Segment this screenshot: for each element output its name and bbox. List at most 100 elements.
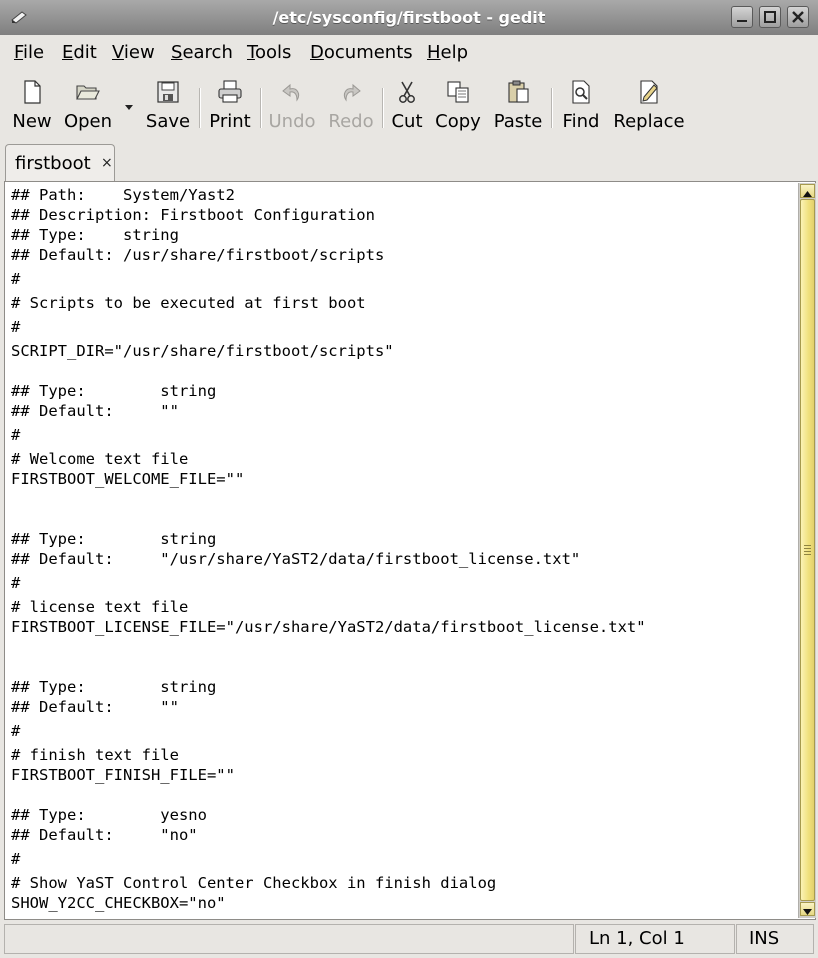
- editor-line[interactable]: # finish text file: [11, 745, 179, 765]
- undo-button[interactable]: Undo: [266, 78, 318, 136]
- document-tabs: firstboot ×: [0, 138, 818, 182]
- editor-line[interactable]: FIRSTBOOT_LICENSE_FILE="/usr/share/YaST2…: [11, 617, 646, 637]
- minimize-button[interactable]: [731, 6, 753, 28]
- vertical-scrollbar[interactable]: [798, 183, 816, 918]
- printer-icon: [218, 80, 242, 103]
- replace-icon: [640, 80, 658, 104]
- redo-label: Redo: [328, 111, 374, 132]
- redo-button[interactable]: Redo: [325, 78, 377, 136]
- paste-button[interactable]: Paste: [490, 78, 546, 136]
- editor-line[interactable]: #: [11, 269, 20, 289]
- editor-line[interactable]: SHOW_Y2CC_CHECKBOX="no": [11, 893, 226, 913]
- scrollbar-thumb[interactable]: [800, 199, 815, 901]
- menu-documents-mnemonic: D: [310, 42, 324, 63]
- editor-line[interactable]: ## Default: /usr/share/firstboot/scripts: [11, 245, 384, 265]
- menu-file[interactable]: File: [12, 42, 46, 64]
- thumb-grip: [804, 545, 811, 546]
- title-bar[interactable]: /etc/sysconfig/firstboot - gedit: [0, 0, 818, 36]
- status-message: [4, 924, 574, 954]
- find-label: Find: [562, 111, 600, 132]
- editor-line[interactable]: # Welcome text file: [11, 449, 188, 469]
- editor-line[interactable]: ## Default: "no": [11, 825, 198, 845]
- editor-line[interactable]: #: [11, 721, 20, 741]
- menu-view-label: iew: [123, 42, 155, 63]
- editor-line[interactable]: ## Type: string: [11, 677, 216, 697]
- toolbar-separator: [382, 88, 384, 128]
- close-window-button[interactable]: [787, 6, 809, 28]
- menu-edit-label: dit: [73, 42, 97, 63]
- menu-search-mnemonic: S: [171, 42, 183, 63]
- menu-help-mnemonic: H: [427, 42, 441, 63]
- text-editor[interactable]: ## Path: System/Yast2 ## Description: Fir…: [11, 185, 795, 915]
- tab-firstboot[interactable]: firstboot ×: [5, 144, 115, 182]
- new-button[interactable]: New: [8, 78, 56, 136]
- redo-icon: [343, 83, 361, 102]
- menu-view[interactable]: View: [110, 42, 157, 64]
- scroll-up-button[interactable]: [800, 184, 815, 198]
- editor-line[interactable]: FIRSTBOOT_FINISH_FILE="": [11, 765, 235, 785]
- editor-line[interactable]: # license text file: [11, 597, 188, 617]
- menu-help[interactable]: Help: [425, 42, 470, 64]
- maximize-button[interactable]: [759, 6, 781, 28]
- editor-line[interactable]: #: [11, 849, 20, 869]
- tab-close-icon[interactable]: ×: [101, 156, 113, 170]
- cut-button[interactable]: Cut: [388, 78, 426, 136]
- paste-label: Paste: [493, 111, 543, 132]
- editor-line[interactable]: ## Default: "/usr/share/YaST2/data/first…: [11, 549, 580, 569]
- gedit-window: /etc/sysconfig/firstboot - gedit File Ed…: [0, 0, 818, 958]
- editor-line[interactable]: FIRSTBOOT_WELCOME_FILE="": [11, 469, 244, 489]
- open-button[interactable]: Open: [60, 78, 116, 136]
- scissors-icon: [399, 81, 415, 103]
- menu-edit[interactable]: Edit: [60, 42, 99, 64]
- arrow-down-icon: [803, 909, 812, 915]
- print-button[interactable]: Print: [205, 78, 255, 136]
- insert-mode-indicator[interactable]: INS: [736, 924, 814, 954]
- editor-line[interactable]: ## Type: string: [11, 381, 216, 401]
- copy-button[interactable]: Copy: [432, 78, 484, 136]
- editor-line[interactable]: ## Type: yesno: [11, 805, 207, 825]
- thumb-grip: [804, 554, 811, 555]
- editor-line[interactable]: ## Default: "": [11, 401, 179, 421]
- find-button[interactable]: Find: [558, 78, 604, 136]
- menu-file-mnemonic: F: [14, 42, 24, 63]
- menu-search-label: earch: [182, 42, 233, 63]
- toolbar-separator: [199, 88, 201, 128]
- menu-tools[interactable]: Tools: [245, 42, 293, 64]
- menu-documents[interactable]: Documents: [308, 42, 415, 64]
- undo-icon: [282, 83, 300, 102]
- cursor-position: Ln 1, Col 1: [575, 924, 735, 954]
- replace-button[interactable]: Replace: [612, 78, 686, 136]
- menu-edit-mnemonic: E: [62, 42, 74, 63]
- editor-line[interactable]: ## Default: "": [11, 697, 179, 717]
- menu-help-label: elp: [440, 42, 469, 63]
- open-recent-dropdown-icon[interactable]: [124, 104, 134, 112]
- editor-line[interactable]: ## Path: System/Yast2: [11, 185, 235, 205]
- maximize-icon: [764, 11, 776, 23]
- editor-line[interactable]: #: [11, 425, 20, 445]
- save-button[interactable]: Save: [142, 78, 194, 136]
- editor-line[interactable]: # Scripts to be executed at first boot: [11, 293, 366, 313]
- menu-documents-label: ocuments: [323, 42, 413, 63]
- new-label: New: [12, 111, 52, 132]
- editor-line[interactable]: SCRIPT_DIR="/usr/share/firstboot/scripts…: [11, 341, 394, 361]
- window-title: /etc/sysconfig/firstboot - gedit: [272, 8, 546, 27]
- thumb-grip: [804, 551, 811, 552]
- save-disk-icon: [157, 81, 179, 103]
- paste-clipboard-icon: [508, 80, 529, 103]
- menu-bar: File Edit View Search Tools Documents He…: [0, 35, 818, 70]
- copy-label: Copy: [435, 111, 481, 132]
- toolbar: New Open Save Print Undo Redo Cut Copy P…: [0, 72, 818, 138]
- menu-file-label: ile: [23, 42, 45, 63]
- find-magnifier-icon: [572, 80, 590, 104]
- scroll-down-button[interactable]: [800, 902, 815, 916]
- editor-line[interactable]: #: [11, 573, 20, 593]
- editor-line[interactable]: ## Description: Firstboot Configuration: [11, 205, 375, 225]
- editor-line[interactable]: ## Type: string: [11, 225, 179, 245]
- cut-label: Cut: [391, 111, 423, 132]
- menu-search[interactable]: Search: [169, 42, 235, 64]
- close-icon: [792, 11, 804, 23]
- editor-line[interactable]: # Show YaST Control Center Checkbox in f…: [11, 873, 496, 893]
- editor-line[interactable]: ## Type: string: [11, 529, 216, 549]
- editor-line[interactable]: #: [11, 317, 20, 337]
- menu-tools-label: ools: [254, 42, 292, 63]
